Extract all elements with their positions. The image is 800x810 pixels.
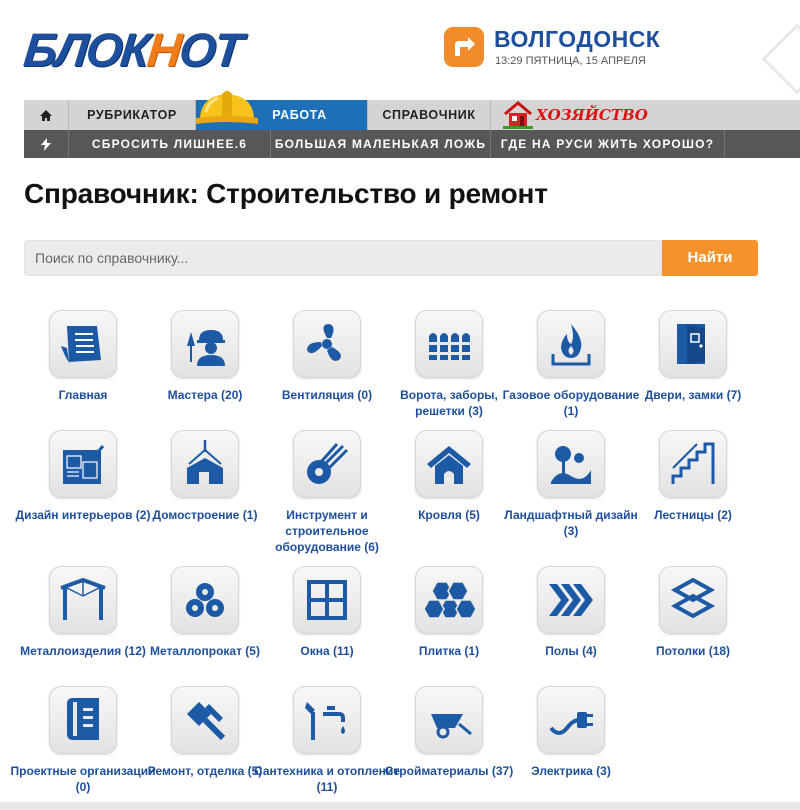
category-tile[interactable] <box>415 310 483 378</box>
category-tile[interactable] <box>659 310 727 378</box>
category-tile[interactable] <box>537 430 605 498</box>
news-nav-filler <box>725 130 800 158</box>
current-datetime: 13:29 ПЯТНИЦА, 15 АПРЕЛЯ <box>495 55 646 67</box>
category-tile[interactable] <box>171 310 239 378</box>
paint-brush-icon <box>187 702 226 741</box>
site-logo[interactable]: БЛОКНОТ <box>21 23 244 76</box>
news-link-2[interactable]: БОЛЬШАЯ МАЛЕНЬКАЯ ЛОЖЬ <box>271 130 491 158</box>
search-input[interactable]: Поиск по справочнику... <box>24 240 662 276</box>
roof-icon <box>427 446 471 484</box>
plug-icon <box>549 712 593 735</box>
news-link-3[interactable]: ГДЕ НА РУСИ ЖИТЬ ХОРОШО? <box>491 130 725 158</box>
pipes-icon <box>186 583 224 617</box>
category-tile[interactable] <box>537 566 605 634</box>
category-tile[interactable] <box>537 686 605 754</box>
main-nav: РУБРИКАТОР РАБОТА СПРАВОЧНИК Хозяйство <box>24 91 800 130</box>
category-tile[interactable] <box>293 686 361 754</box>
category-tile[interactable] <box>171 686 239 754</box>
decorative-diamond <box>761 23 800 95</box>
window-icon <box>307 580 347 620</box>
hard-hat-icon <box>196 91 258 124</box>
category-tile[interactable] <box>293 430 361 498</box>
category-tile[interactable] <box>415 430 483 498</box>
faucet-icon <box>305 702 345 740</box>
category-tile[interactable] <box>659 430 727 498</box>
nav-household-label: Хозяйство <box>536 106 648 124</box>
crane-house-icon <box>187 440 223 484</box>
house-icon <box>503 101 533 129</box>
fan-icon <box>307 324 341 361</box>
metal-frame-icon <box>60 577 106 620</box>
tile-icon <box>423 581 475 619</box>
category-label: Лестницы (2) <box>654 508 732 522</box>
category-tile[interactable] <box>49 686 117 754</box>
wheelbarrow-icon <box>431 714 472 739</box>
document-icon <box>61 326 101 364</box>
category-label: Электрика (3) <box>531 764 611 778</box>
nav-work-label: РАБОТА <box>272 108 327 122</box>
search-button[interactable]: Найти <box>662 240 758 276</box>
category-tile[interactable] <box>293 566 361 634</box>
category-tile[interactable] <box>171 566 239 634</box>
category-tile[interactable] <box>537 310 605 378</box>
news-nav: СБРОСИТЬ ЛИШНЕЕ.6 БОЛЬШАЯ МАЛЕНЬКАЯ ЛОЖЬ… <box>24 130 800 158</box>
home-icon <box>40 109 52 121</box>
blueprint-icon <box>63 445 105 484</box>
project-icon <box>67 698 99 740</box>
stairs-icon <box>671 442 715 484</box>
nav-household[interactable]: Хозяйство <box>491 100 651 130</box>
category-item[interactable]: Двери, замки (7) <box>618 310 768 403</box>
category-label: Двери, замки (7) <box>644 388 742 402</box>
category-tile[interactable] <box>415 686 483 754</box>
category-tile[interactable] <box>659 566 727 634</box>
category-tile[interactable] <box>293 310 361 378</box>
logo-text: БЛОКНОТ <box>21 23 244 76</box>
gas-flame-icon <box>551 324 591 366</box>
city-name[interactable]: ВОЛГОДОНСК <box>494 26 660 53</box>
city-switch-icon[interactable] <box>444 27 484 67</box>
bottom-content-strip <box>0 802 800 810</box>
news-link-1[interactable]: СБРОСИТЬ ЛИШНЕЕ.6 <box>69 130 271 158</box>
category-tile[interactable] <box>171 430 239 498</box>
hot-news-marker <box>24 130 69 158</box>
category-tile[interactable] <box>49 430 117 498</box>
door-icon <box>677 324 705 364</box>
worker-icon <box>187 330 225 366</box>
category-tile[interactable] <box>49 310 117 378</box>
landscape-icon <box>551 446 591 484</box>
category-label: Потолки (18) <box>655 644 731 658</box>
lightning-icon <box>41 137 51 151</box>
category-tile[interactable] <box>49 566 117 634</box>
category-tile[interactable] <box>415 566 483 634</box>
nav-work[interactable]: РАБОТА <box>196 91 368 130</box>
nav-home[interactable] <box>24 100 69 130</box>
floor-icon <box>549 584 593 616</box>
page-title: Справочник: Строительство и ремонт <box>24 178 548 209</box>
nav-rubricator[interactable]: РУБРИКАТОР <box>69 100 196 130</box>
site-header: БЛОКНОТ ВОЛГОДОНСК 13:29 ПЯТНИЦА, 15 АПР… <box>0 0 800 100</box>
nav-directory[interactable]: СПРАВОЧНИК <box>368 100 491 130</box>
category-item[interactable]: Электрика (3) <box>496 686 646 779</box>
category-item[interactable]: Потолки (18) <box>618 566 768 659</box>
ceiling-icon <box>670 577 716 619</box>
fence-icon <box>427 333 472 360</box>
category-item[interactable]: Лестницы (2) <box>618 430 768 523</box>
saw-icon <box>307 443 349 484</box>
